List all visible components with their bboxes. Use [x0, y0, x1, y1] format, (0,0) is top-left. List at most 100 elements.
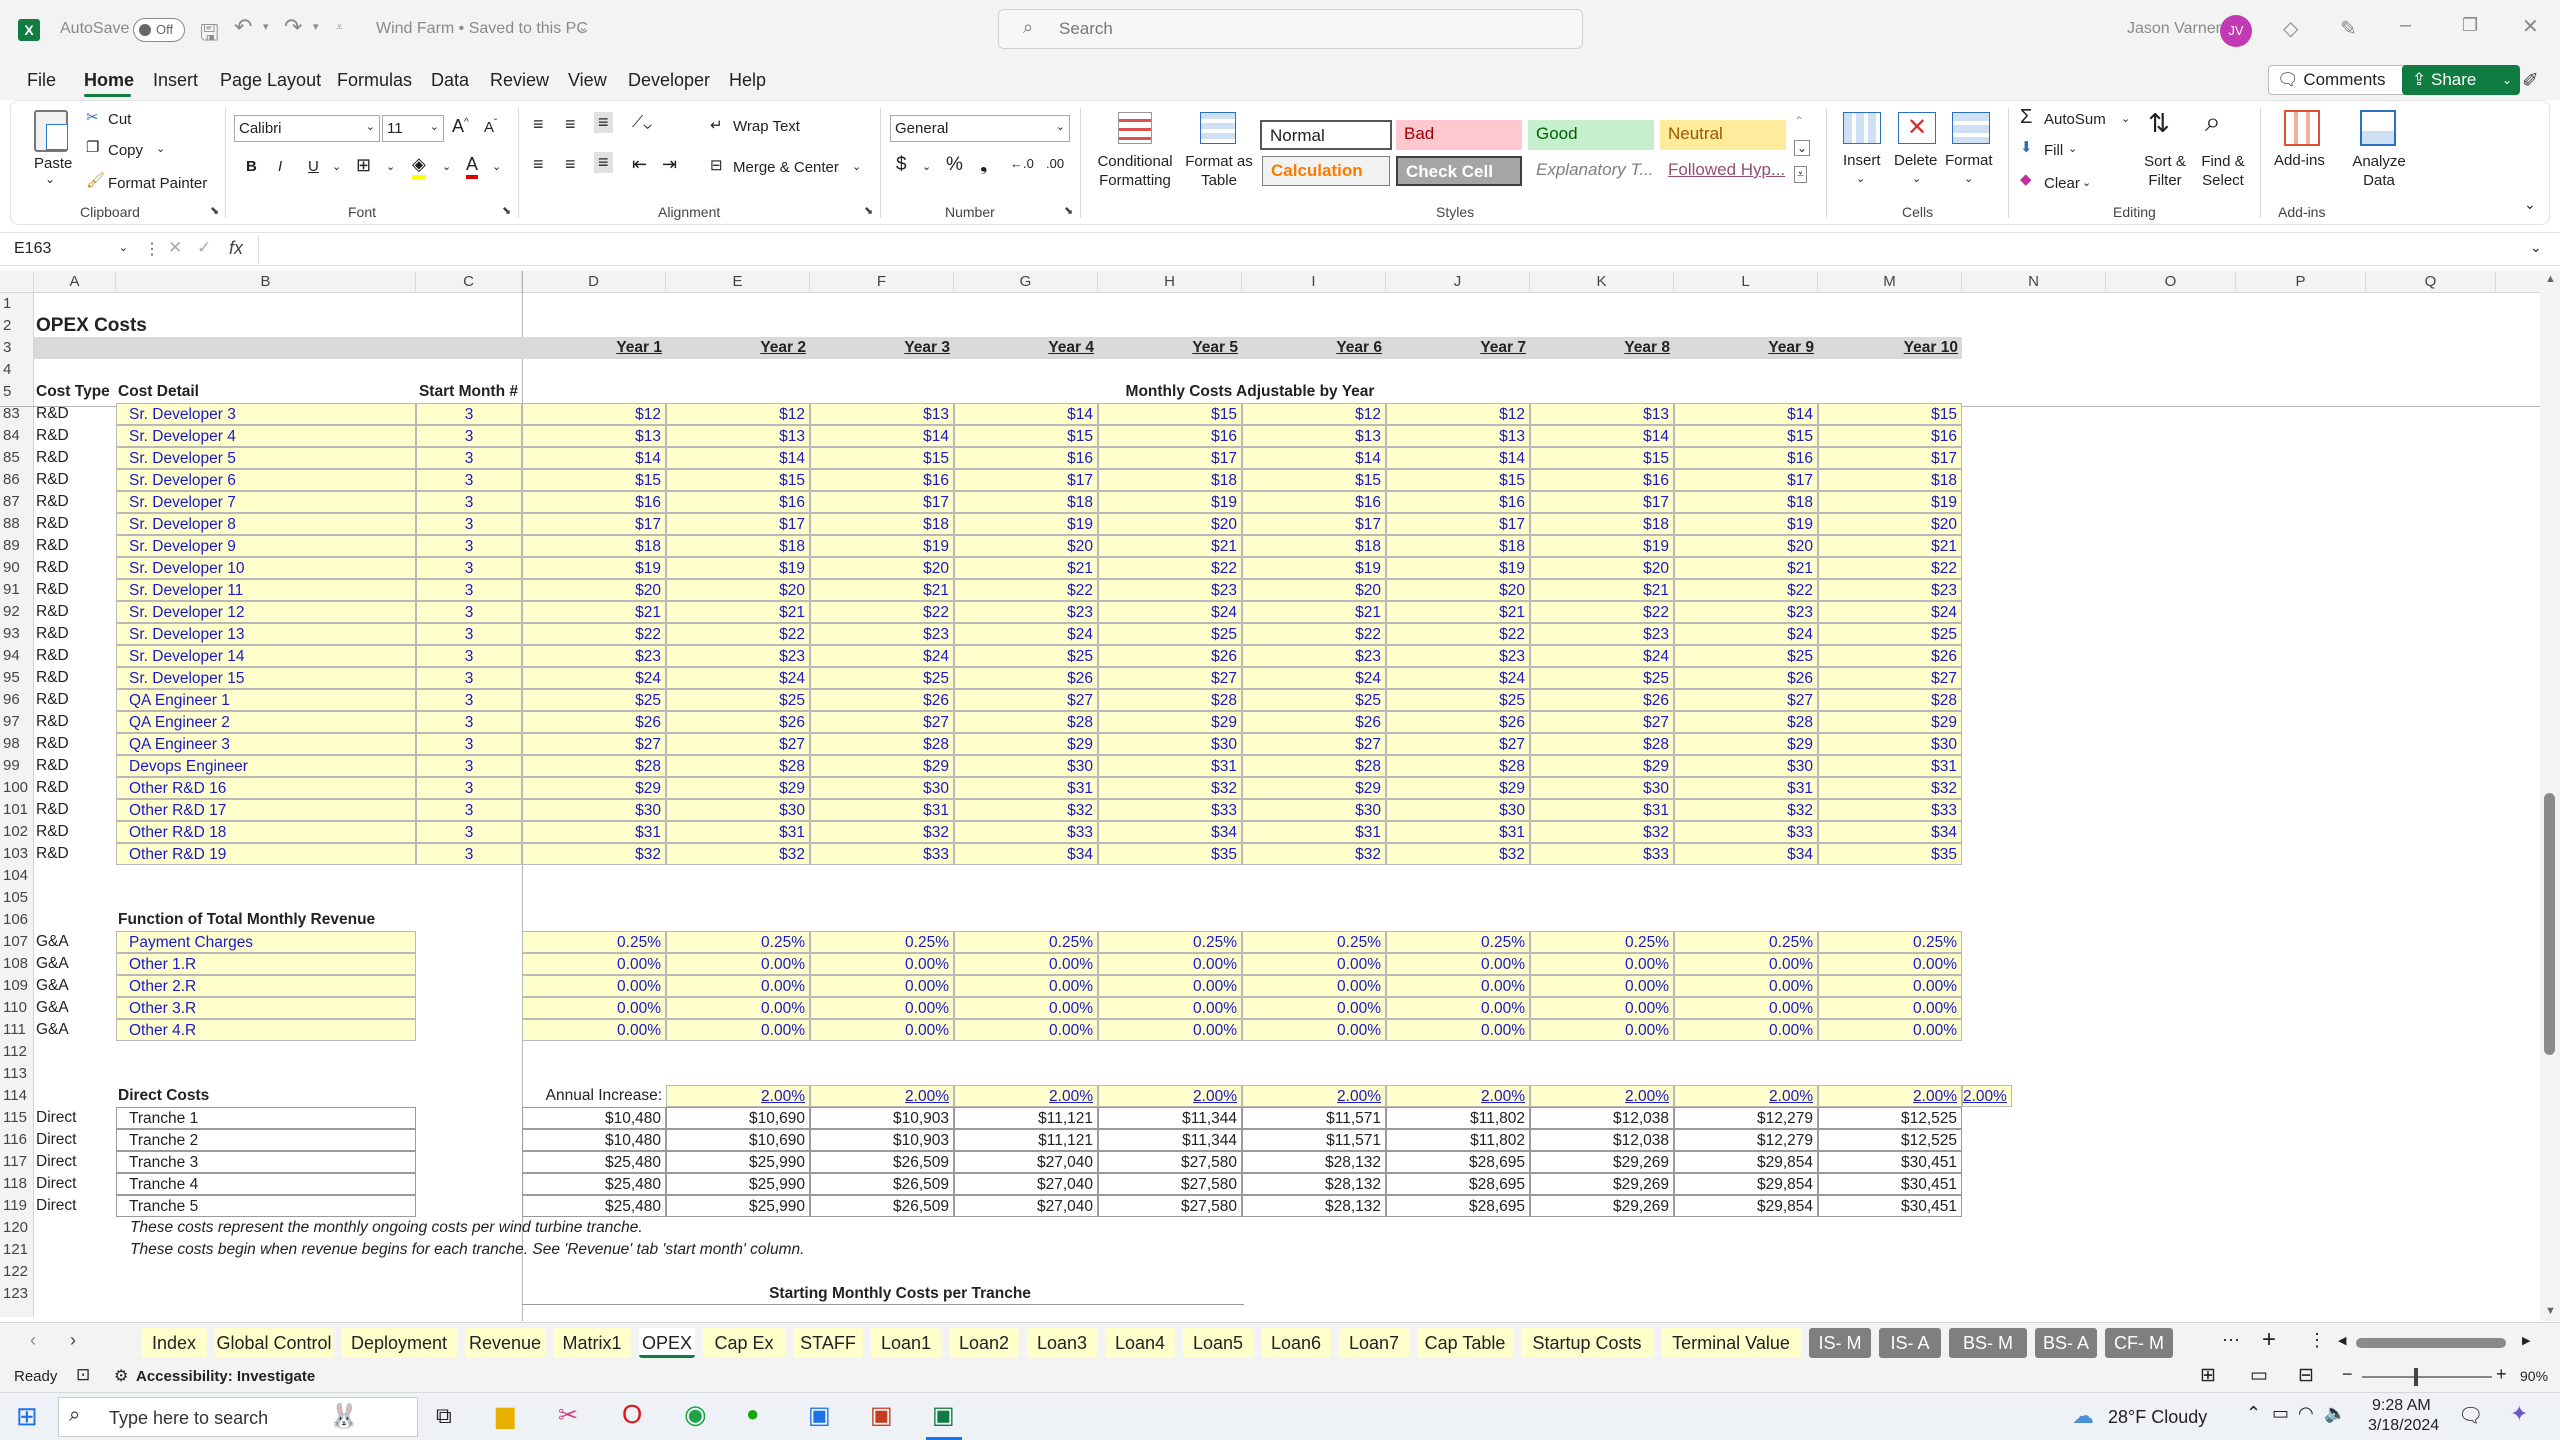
monthly-cost[interactable]: $32 [1386, 843, 1530, 865]
cost-detail[interactable]: Sr. Developer 3 [116, 403, 416, 425]
zoom-in-icon[interactable]: + [2496, 1364, 2507, 1385]
cost-type[interactable]: R&D [36, 513, 116, 535]
direct-cost[interactable]: $11,571 [1242, 1107, 1386, 1129]
row-header[interactable]: 84 [0, 425, 34, 447]
annual-increase[interactable]: 2.00% [1818, 1085, 1962, 1107]
monthly-cost[interactable]: $27 [522, 733, 666, 755]
tab-cap-ex[interactable]: Cap Ex [703, 1328, 785, 1358]
row-header[interactable]: 2 [0, 315, 34, 337]
tab-cap-table[interactable]: Cap Table [1417, 1328, 1513, 1358]
direct-cost[interactable]: $30,451 [1818, 1173, 1962, 1195]
monthly-cost[interactable]: $13 [1242, 425, 1386, 447]
monthly-cost[interactable]: $15 [1098, 403, 1242, 425]
monthly-cost[interactable]: $18 [666, 535, 810, 557]
monthly-cost[interactable]: $33 [1098, 799, 1242, 821]
direct-cost[interactable]: $11,344 [1098, 1129, 1242, 1151]
direct-cost[interactable]: $28,695 [1386, 1151, 1530, 1173]
row-header[interactable]: 101 [0, 799, 34, 821]
start-month[interactable]: 3 [416, 601, 522, 623]
start-month[interactable]: 3 [416, 843, 522, 865]
cost-detail[interactable]: Devops Engineer [116, 755, 416, 777]
direct-cost[interactable]: $29,269 [1530, 1151, 1674, 1173]
tray-chevron-icon[interactable]: ⌃ [2246, 1403, 2261, 1424]
cost-type[interactable]: R&D [36, 645, 116, 667]
direct-cost[interactable]: $27,580 [1098, 1173, 1242, 1195]
monthly-cost[interactable]: $30 [954, 755, 1098, 777]
monthly-cost[interactable]: $14 [1530, 425, 1674, 447]
monthly-cost[interactable]: $24 [1242, 667, 1386, 689]
monthly-cost[interactable]: $21 [522, 601, 666, 623]
monthly-cost[interactable]: $31 [1530, 799, 1674, 821]
row-header[interactable]: 3 [0, 337, 34, 359]
monthly-cost[interactable]: $12 [522, 403, 666, 425]
monthly-cost[interactable]: $15 [666, 469, 810, 491]
monthly-cost[interactable]: $23 [810, 623, 954, 645]
monthly-cost[interactable]: $26 [666, 711, 810, 733]
monthly-cost[interactable]: $24 [666, 667, 810, 689]
monthly-cost[interactable]: $21 [810, 579, 954, 601]
monthly-cost[interactable]: $21 [1530, 579, 1674, 601]
row-header[interactable]: 93 [0, 623, 34, 645]
cost-detail[interactable]: Tranche 3 [116, 1151, 416, 1173]
direct-cost[interactable]: $26,509 [810, 1151, 954, 1173]
monthly-cost[interactable]: $14 [522, 447, 666, 469]
row-header[interactable]: 94 [0, 645, 34, 667]
macro-icon[interactable]: ⊡ [76, 1365, 90, 1385]
revenue-pct[interactable]: 0.00% [1386, 953, 1530, 975]
excel-taskbar-icon[interactable]: ▣ [932, 1401, 955, 1430]
monthly-cost[interactable]: $30 [1818, 733, 1962, 755]
revenue-pct[interactable]: 0.00% [810, 997, 954, 1019]
monthly-cost[interactable]: $19 [522, 557, 666, 579]
monthly-cost[interactable]: $17 [1818, 447, 1962, 469]
monthly-cost[interactable]: $16 [522, 491, 666, 513]
start-month[interactable]: 3 [416, 447, 522, 469]
monthly-cost[interactable]: $28 [1674, 711, 1818, 733]
monthly-cost[interactable]: $16 [1674, 447, 1818, 469]
monthly-cost[interactable]: $30 [810, 777, 954, 799]
cost-type[interactable]: R&D [36, 403, 116, 425]
row-header[interactable]: 120 [0, 1217, 34, 1239]
monthly-cost[interactable]: $22 [1386, 623, 1530, 645]
notifications-icon[interactable]: 🗨 [2458, 1403, 2483, 1428]
hscroll-right-icon[interactable]: ▶ [2522, 1334, 2530, 1347]
revenue-pct[interactable]: 0.00% [1242, 997, 1386, 1019]
revenue-pct[interactable]: 0.00% [1818, 1019, 1962, 1041]
cost-detail[interactable]: Sr. Developer 6 [116, 469, 416, 491]
start-month[interactable]: 3 [416, 579, 522, 601]
row-header[interactable]: 113 [0, 1063, 34, 1085]
monthly-cost[interactable]: $16 [1530, 469, 1674, 491]
horizontal-scrollbar[interactable]: ◀ ▶ [2338, 1332, 2538, 1354]
monthly-cost[interactable]: $15 [1818, 403, 1962, 425]
zoom-slider-thumb[interactable] [2414, 1368, 2418, 1386]
revenue-pct[interactable]: 0.00% [666, 997, 810, 1019]
monthly-cost[interactable]: $14 [1674, 403, 1818, 425]
cost-detail[interactable]: Sr. Developer 5 [116, 447, 416, 469]
monthly-cost[interactable]: $18 [1098, 469, 1242, 491]
tab-loan3[interactable]: Loan3 [1027, 1328, 1097, 1358]
row-header[interactable]: 123 [0, 1283, 34, 1305]
cost-type[interactable]: R&D [36, 821, 116, 843]
annual-increase[interactable]: 2.00% [954, 1085, 1098, 1107]
monthly-cost[interactable]: $13 [1530, 403, 1674, 425]
monthly-cost[interactable]: $24 [1098, 601, 1242, 623]
cost-detail[interactable]: Tranche 2 [116, 1129, 416, 1151]
monthly-cost[interactable]: $23 [1818, 579, 1962, 601]
row-header[interactable]: 100 [0, 777, 34, 799]
revenue-pct[interactable]: 0.00% [810, 953, 954, 975]
monthly-cost[interactable]: $17 [954, 469, 1098, 491]
direct-cost[interactable]: $11,121 [954, 1129, 1098, 1151]
revenue-pct[interactable]: 0.00% [1386, 975, 1530, 997]
direct-cost[interactable]: $29,269 [1530, 1195, 1674, 1217]
monthly-cost[interactable]: $28 [954, 711, 1098, 733]
cost-type[interactable]: R&D [36, 535, 116, 557]
cost-type[interactable]: R&D [36, 667, 116, 689]
monthly-cost[interactable]: $32 [954, 799, 1098, 821]
tab-index[interactable]: Index [141, 1328, 207, 1358]
monthly-cost[interactable]: $19 [1818, 491, 1962, 513]
monthly-cost[interactable]: $22 [1098, 557, 1242, 579]
monthly-cost[interactable]: $19 [810, 535, 954, 557]
monthly-cost[interactable]: $15 [1530, 447, 1674, 469]
monthly-cost[interactable]: $29 [810, 755, 954, 777]
monthly-cost[interactable]: $31 [954, 777, 1098, 799]
monthly-cost[interactable]: $29 [1674, 733, 1818, 755]
